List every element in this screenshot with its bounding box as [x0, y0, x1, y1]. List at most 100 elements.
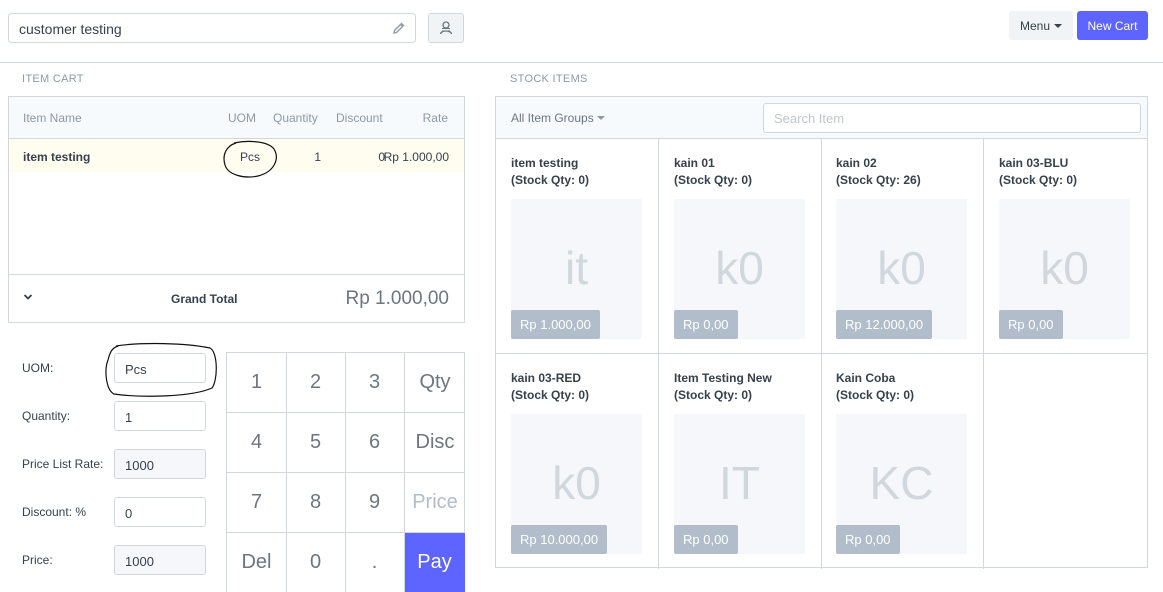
numpad-key-1[interactable]: 1 — [227, 353, 287, 413]
stock-item-qty: (Stock Qty: 0) — [999, 173, 1078, 187]
stock-item-card[interactable]: item testing (Stock Qty: 0) it Rp 1.000,… — [496, 139, 659, 354]
stock-item-thumbnail: k0 Rp 0,00 — [999, 199, 1130, 339]
stock-item-card[interactable]: Kain Coba (Stock Qty: 0) KC Rp 0,00 — [821, 354, 984, 569]
quantity-label: Quantity: — [22, 409, 71, 423]
item-group-select[interactable]: All Item Groups — [511, 111, 605, 125]
stock-item-card[interactable]: kain 01 (Stock Qty: 0) k0 Rp 0,00 — [659, 139, 822, 354]
numpad-key-5[interactable]: 5 — [286, 413, 346, 473]
numpad-key-3[interactable]: 3 — [345, 353, 405, 413]
stock-item-abbr: k0 — [877, 242, 926, 294]
col-rate: Rate — [422, 111, 448, 125]
item-group-label: All Item Groups — [511, 111, 594, 125]
price-label: Price: — [22, 553, 53, 567]
cart-item-uom: Pcs — [240, 150, 261, 164]
col-quantity: Quantity — [273, 111, 318, 125]
user-details-icon — [439, 21, 453, 35]
cart-row[interactable]: item testing Pcs 1 0 Rp 1.000,00 — [9, 139, 464, 172]
numpad-key-6[interactable]: 6 — [345, 413, 405, 473]
stock-item-abbr: KC — [869, 457, 934, 509]
caret-down-icon — [1054, 23, 1063, 28]
stock-item-thumbnail: IT Rp 0,00 — [674, 414, 805, 554]
numpad-qty-key[interactable]: Qty — [405, 353, 465, 413]
stock-item-card[interactable]: kain 02 (Stock Qty: 26) k0 Rp 12.000,00 — [821, 139, 984, 354]
stock-item-name: kain 03-RED — [511, 371, 582, 385]
stock-item-price: Rp 0,00 — [674, 525, 738, 554]
stock-item-price: Rp 10.000,00 — [511, 525, 608, 554]
stock-item-abbr: IT — [719, 457, 760, 509]
stock-items-title: STOCK ITEMS — [510, 73, 588, 85]
pay-button[interactable]: Pay — [405, 533, 465, 592]
cart-item-name: item testing — [23, 150, 91, 164]
numpad-key-7[interactable]: 7 — [227, 473, 287, 533]
stock-item-name: item testing — [511, 156, 579, 170]
stock-item-price: Rp 12.000,00 — [836, 310, 933, 339]
numpad-key-4[interactable]: 4 — [227, 413, 287, 473]
numpad-key-9[interactable]: 9 — [345, 473, 405, 533]
item-cart-title: ITEM CART — [22, 73, 84, 85]
stock-item-price: Rp 0,00 — [674, 310, 738, 339]
stock-item-thumbnail: it Rp 1.000,00 — [511, 199, 642, 339]
stock-item-price: Rp 0,00 — [836, 525, 900, 554]
stock-item-card[interactable]: Item Testing New (Stock Qty: 0) IT Rp 0,… — [659, 354, 822, 569]
stock-item-price: Rp 0,00 — [999, 310, 1063, 339]
stock-item-abbr: it — [565, 242, 588, 294]
quantity-field[interactable]: 1 — [114, 401, 206, 431]
numpad-key-0[interactable]: 0 — [286, 533, 346, 592]
price-list-rate-field[interactable]: 1000 — [114, 449, 206, 479]
stock-item-thumbnail: k0 Rp 0,00 — [674, 199, 805, 339]
col-uom: UOM — [228, 111, 256, 125]
col-discount: Discount — [336, 111, 383, 125]
stock-item-abbr: k0 — [715, 242, 764, 294]
uom-field[interactable]: Pcs — [114, 353, 206, 383]
chevron-down-icon[interactable] — [23, 292, 33, 302]
numpad: 1 2 3 Qty 4 5 6 Disc 7 8 9 Price Del 0 .… — [226, 352, 465, 592]
grand-total-value: Rp 1.000,00 — [345, 288, 449, 309]
stock-item-qty: (Stock Qty: 0) — [511, 173, 590, 187]
stock-item-qty: (Stock Qty: 0) — [674, 173, 753, 187]
cart-item-quantity: 1 — [314, 150, 321, 164]
numpad-dot-key[interactable]: . — [345, 533, 405, 592]
top-divider — [0, 62, 1163, 63]
discount-field[interactable]: 0 — [114, 497, 206, 527]
col-item-name: Item Name — [23, 111, 82, 125]
numpad-del-key[interactable]: Del — [227, 533, 287, 592]
menu-label: Menu — [1019, 18, 1051, 33]
stock-item-abbr: k0 — [552, 457, 601, 509]
stock-item-abbr: k0 — [1040, 242, 1089, 294]
stock-item-thumbnail: k0 Rp 12.000,00 — [836, 199, 967, 339]
customer-value: customer testing — [19, 21, 122, 37]
caret-down-icon — [596, 116, 605, 120]
price-list-rate-label: Price List Rate: — [22, 457, 104, 471]
stock-item-name: kain 03-BLU — [999, 156, 1069, 170]
new-cart-button[interactable]: New Cart — [1077, 11, 1148, 40]
cart-item-rate: Rp 1.000,00 — [383, 150, 449, 164]
stock-item-name: Kain Coba — [836, 371, 896, 385]
menu-button[interactable]: Menu — [1009, 11, 1073, 40]
stock-item-qty: (Stock Qty: 0) — [674, 388, 753, 402]
search-item-input[interactable] — [763, 103, 1141, 133]
stock-item-card[interactable]: kain 03-BLU (Stock Qty: 0) k0 Rp 0,00 — [984, 139, 1147, 354]
price-field[interactable]: 1000 — [114, 545, 206, 575]
discount-label: Discount: % — [22, 505, 87, 519]
stock-item-qty: (Stock Qty: 0) — [511, 388, 590, 402]
uom-label: UOM: — [22, 361, 54, 375]
stock-header: All Item Groups — [496, 97, 1147, 139]
item-cart: Item Name UOM Quantity Discount Rate ite… — [8, 96, 465, 323]
customer-field[interactable]: customer testing — [8, 13, 416, 43]
stock-item-name: kain 01 — [674, 156, 715, 170]
stock-item-name: kain 02 — [836, 156, 877, 170]
stock-item-qty: (Stock Qty: 0) — [836, 388, 915, 402]
grand-total-label: Grand Total — [171, 292, 238, 306]
stock-item-thumbnail: KC Rp 0,00 — [836, 414, 967, 554]
pencil-icon[interactable] — [392, 21, 406, 35]
numpad-key-8[interactable]: 8 — [286, 473, 346, 533]
customer-details-button[interactable] — [428, 13, 464, 43]
numpad-key-2[interactable]: 2 — [286, 353, 346, 413]
numpad-price-key[interactable]: Price — [405, 473, 465, 533]
stock-item-qty: (Stock Qty: 26) — [836, 173, 921, 187]
stock-item-thumbnail: k0 Rp 10.000,00 — [511, 414, 642, 554]
stock-item-price: Rp 1.000,00 — [511, 310, 600, 339]
stock-item-card[interactable]: kain 03-RED (Stock Qty: 0) k0 Rp 10.000,… — [496, 354, 659, 569]
stock-item-name: Item Testing New — [674, 371, 772, 385]
numpad-disc-key[interactable]: Disc — [405, 413, 465, 473]
